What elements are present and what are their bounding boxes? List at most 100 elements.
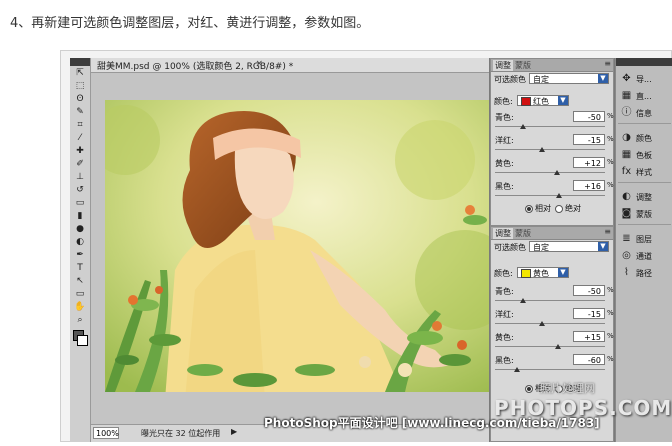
dock-item[interactable]: ▦ 色板 (616, 146, 672, 163)
background-color-swatch[interactable] (77, 335, 88, 346)
slider-value-field[interactable]: -15 (573, 134, 605, 145)
slider-thumb-icon[interactable] (553, 170, 560, 175)
document-tab[interactable]: 甜美MM.psd @ 100% (选取颜色 2, RGB/8#) * × (91, 58, 489, 73)
history-brush-tool-icon[interactable]: ↺ (73, 185, 87, 196)
dock-item[interactable]: ◑ 颜色 (616, 129, 672, 146)
close-tab-icon[interactable]: × (255, 59, 263, 69)
eraser-tool-icon[interactable]: ▭ (73, 198, 87, 209)
toolbar-grip[interactable] (70, 58, 90, 66)
slider-value-field[interactable]: +16 (573, 180, 605, 191)
dock-grip[interactable] (616, 58, 672, 66)
dock-item[interactable]: ◎ 通道 (616, 247, 672, 264)
radio-dot-icon (525, 204, 533, 213)
slider-track[interactable] (495, 149, 605, 150)
slider-track[interactable] (495, 300, 605, 301)
slider-thumb-icon[interactable] (538, 147, 545, 152)
type-tool-icon[interactable]: T (73, 263, 87, 274)
watermark-url: PhotoShop平面设计吧 [www.linecg.com/tieba/178… (264, 416, 600, 430)
slider-track[interactable] (495, 369, 605, 370)
shape-tool-icon[interactable]: ▭ (73, 289, 87, 300)
dodge-tool-icon[interactable]: ◐ (73, 237, 87, 248)
status-menu-arrow-icon[interactable]: ▶ (231, 427, 237, 436)
radio-dot-icon (555, 204, 563, 213)
slider-value-field[interactable]: +15 (573, 331, 605, 342)
tab-adjustments[interactable]: 调整 (493, 228, 513, 239)
lasso-tool-icon[interactable]: ʘ (73, 94, 87, 105)
dock-item[interactable]: ◐ 调整 (616, 188, 672, 205)
slider-track[interactable] (495, 195, 605, 196)
chevron-down-icon: ▼ (598, 242, 608, 251)
slider-value-field[interactable]: -15 (573, 308, 605, 319)
dock-item[interactable]: ⓘ 信息 (616, 104, 672, 121)
slider-label: 黄色: (495, 159, 514, 168)
slider-track[interactable] (495, 172, 605, 173)
crop-tool-icon[interactable]: ⌗ (73, 120, 87, 131)
zoom-tool-icon[interactable]: ⌕ (73, 315, 87, 326)
pen-tool-icon[interactable]: ✒ (73, 250, 87, 261)
dock-item[interactable]: ≣ 图层 (616, 230, 672, 247)
slider-thumb-icon[interactable] (538, 321, 545, 326)
slider-thumb-icon[interactable] (555, 344, 562, 349)
radio-relative[interactable]: 相对 (525, 203, 551, 214)
stamp-tool-icon[interactable]: ⊥ (73, 172, 87, 183)
color-icon: ◑ (622, 132, 631, 143)
slider-thumb-icon[interactable] (555, 193, 562, 198)
slider-row: 洋红: -15% (491, 307, 614, 330)
percent-sign: % (607, 112, 614, 120)
dock-item-label: 导... (636, 75, 652, 84)
colors-row: 颜色: 黄色 ▼ (491, 266, 613, 280)
brush-tool-icon[interactable]: ✐ (73, 159, 87, 170)
panel-menu-icon[interactable]: ≡ (604, 227, 611, 236)
healing-tool-icon[interactable]: ✚ (73, 146, 87, 157)
dock-item[interactable]: fx 样式 (616, 163, 672, 180)
step-caption: 4、再新建可选颜色调整图层，对红、黄进行调整，参数如图。 (10, 16, 370, 31)
panel-menu-icon[interactable]: ≡ (604, 59, 611, 68)
preset-value: 自定 (533, 243, 549, 252)
slider-value-field[interactable]: -50 (573, 111, 605, 122)
tab-adjustments[interactable]: 调整 (493, 60, 513, 71)
slider-value-field[interactable]: -50 (573, 285, 605, 296)
dock-item[interactable]: ▦ 直... (616, 87, 672, 104)
percent-sign: % (607, 158, 614, 166)
slider-value-field[interactable]: -60 (573, 354, 605, 365)
blur-tool-icon[interactable]: ● (73, 224, 87, 235)
styles-icon: fx (621, 166, 632, 177)
percent-sign: % (607, 181, 614, 189)
zoom-field[interactable]: 100% (93, 427, 119, 439)
move-tool-icon[interactable]: ⇱ (73, 68, 87, 79)
color-swatches[interactable] (70, 330, 90, 352)
slider-track[interactable] (495, 323, 605, 324)
preset-select[interactable]: 自定 ▼ (529, 241, 609, 252)
slider-row: 洋红: -15% (491, 133, 614, 156)
dock-item[interactable]: ⌇ 路径 (616, 264, 672, 281)
gradient-tool-icon[interactable]: ▮ (73, 211, 87, 222)
radio-absolute-label: 绝对 (565, 204, 581, 213)
slider-label: 青色: (495, 113, 514, 122)
panel-dock: ✥ 导... ▦ 直... ⓘ 信息 ◑ 颜色 ▦ 色板 fx 样式 ◐ 调整 ◙ 蒙版 ≣ 图层 ◎ 通道 ⌇ 路径 (615, 58, 672, 442)
colors-select[interactable]: 黄色 ▼ (517, 267, 569, 278)
adjustment-title: 可选颜色 (494, 75, 526, 84)
slider-thumb-icon[interactable] (519, 298, 526, 303)
dock-item-label: 调整 (636, 193, 652, 202)
dock-item-label: 路径 (636, 269, 652, 278)
marquee-tool-icon[interactable]: ⬚ (73, 81, 87, 92)
slider-thumb-icon[interactable] (519, 124, 526, 129)
preset-row: 可选颜色 自定 ▼ (491, 240, 613, 254)
dock-item[interactable]: ◙ 蒙版 (616, 205, 672, 222)
radio-absolute[interactable]: 绝对 (555, 203, 581, 214)
slider-track[interactable] (495, 346, 605, 347)
tab-masks[interactable]: 蒙版 (515, 228, 531, 239)
slider-track[interactable] (495, 126, 605, 127)
eyedropper-tool-icon[interactable]: ⁄ (73, 133, 87, 144)
tab-masks[interactable]: 蒙版 (515, 60, 531, 71)
slider-thumb-icon[interactable] (514, 367, 520, 372)
dock-item[interactable]: ✥ 导... (616, 70, 672, 87)
paths-icon: ⌇ (624, 267, 629, 278)
quick-select-tool-icon[interactable]: ✎ (73, 107, 87, 118)
slider-value-field[interactable]: +12 (573, 157, 605, 168)
colors-select[interactable]: 红色 ▼ (517, 95, 569, 106)
canvas-photo[interactable] (105, 100, 489, 392)
hand-tool-icon[interactable]: ✋ (73, 302, 87, 313)
path-select-tool-icon[interactable]: ↖ (73, 276, 87, 287)
preset-select[interactable]: 自定 ▼ (529, 73, 609, 84)
